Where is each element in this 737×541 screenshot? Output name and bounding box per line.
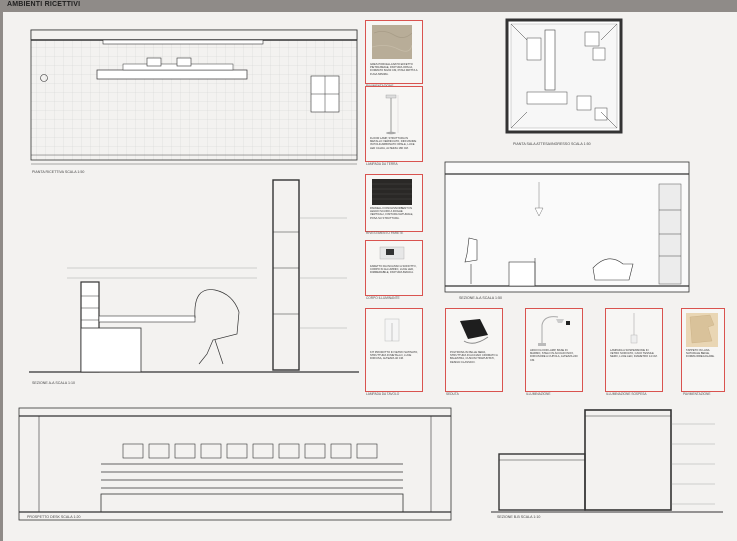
recessed-light-icon [379, 246, 405, 260]
material-text: GRES PORCELLANATO EFFETTO PIETRA BEIGE, … [370, 63, 418, 76]
table-lamp-icon [384, 318, 400, 342]
product-caption: ILLUMINAZIONE [526, 392, 551, 396]
arc-lamp-icon [538, 316, 570, 346]
plan-reception-drawing [30, 29, 358, 165]
caption-pianta-attesa: PIANTA SALA ATTESA/INGRESSO SCALA 1:50 [513, 142, 591, 146]
material-text: FARETTO DA INCASSO A SOFFITTO, CORPO IN … [370, 265, 417, 275]
floor-lamp-icon [385, 94, 399, 135]
section-bb-drawing [491, 409, 723, 513]
material-card-rivestimento: PANNELLI FONOASSORBENTI IN LEGNO SCURO A… [365, 174, 423, 232]
material-card-lampada: FLOOR LAMP, STRUTTURA IN METALLO VERNICI… [365, 86, 423, 162]
product-card-seduta: POLTRONA IN PELLE NERA, STRUTTURA IN ACC… [445, 308, 503, 392]
section-aa-small-drawing [444, 161, 690, 293]
armchair-icon [460, 319, 489, 344]
material-caption: LAMPADA DA TERRA [366, 162, 398, 166]
product-card-sospensione: LAMPADA A SOSPENSIONE IN VETRO SOFFIATO,… [605, 308, 663, 392]
paper-area: PIANTA RICETTIVA SCALA 1:50 GRES PORCELL… [3, 12, 737, 541]
stone-texture-icon [372, 25, 412, 59]
desk-elevation-drawing [18, 407, 452, 521]
product-text: KIT PRODOTTO IN VETRO SATINATO, STRUTTUR… [370, 351, 418, 361]
caption-sezione-aa-main: SEZIONE A-A SCALA 1:10 [32, 381, 75, 385]
product-caption: SEDUTA [446, 392, 459, 396]
plan-waiting-room-drawing [505, 18, 623, 134]
section-aa-main-drawing [29, 179, 359, 373]
material-caption: CORPO ILLUMINANTE [366, 296, 400, 300]
caption-prospetto-desk: PROSPETTO DESK SCALA 1:20 [27, 515, 81, 519]
caption-sezione-aa-small: SEZIONE A-A SCALA 1:50 [459, 296, 502, 300]
material-text: PANNELLI FONOASSORBENTI IN LEGNO SCURO A… [370, 207, 414, 220]
product-text: LAMPADA A SOSPENSIONE IN VETRO SOFFIATO,… [610, 349, 658, 359]
material-card-corpo: FARETTO DA INCASSO A SOFFITTO, CORPO IN … [365, 240, 423, 296]
product-caption: ILLUMINAZIONE SOSPESA [606, 392, 647, 396]
rug-texture-icon [686, 313, 718, 347]
product-caption: PAVIMENTAZIONE [683, 392, 711, 396]
pendant-lamp-icon [630, 313, 638, 344]
caption-sezione-bb: SEZIONE B-B SCALA 1:10 [497, 515, 541, 519]
product-text: TAPPETO IN LANA NATURALE BEIGE, FORMA IR… [686, 349, 715, 359]
product-card-illuminazione: ARCO FLOOR LAMP, BASE IN MARMO, STELO IN… [525, 308, 583, 392]
material-card-pavimentazione: GRES PORCELLANATO EFFETTO PIETRA BEIGE, … [365, 20, 423, 84]
drawing-sheet: AMBIENTI RICETTIVI PIANTA RICETTIVA SCAL… [0, 0, 737, 541]
caption-pianta-ricettiva: PIANTA RICETTIVA SCALA 1:50 [32, 170, 85, 174]
product-card-tappeto: TAPPETO IN LANA NATURALE BEIGE, FORMA IR… [681, 308, 725, 392]
material-caption: RIVESTIMENTO PARETE [366, 231, 404, 235]
sheet-title: AMBIENTI RICETTIVI [7, 1, 81, 8]
product-text: ARCO FLOOR LAMP, BASE IN MARMO, STELO IN… [530, 349, 578, 362]
wood-panel-texture-icon [372, 179, 412, 205]
product-card-lampada-tavolo: KIT PRODOTTO IN VETRO SATINATO, STRUTTUR… [365, 308, 423, 392]
product-caption: LAMPADA DA TAVOLO [366, 392, 400, 396]
material-text: FLOOR LAMP, STRUTTURA IN METALLO VERNICI… [370, 137, 417, 150]
product-text: POLTRONA IN PELLE NERA, STRUTTURA IN ACC… [450, 351, 498, 364]
